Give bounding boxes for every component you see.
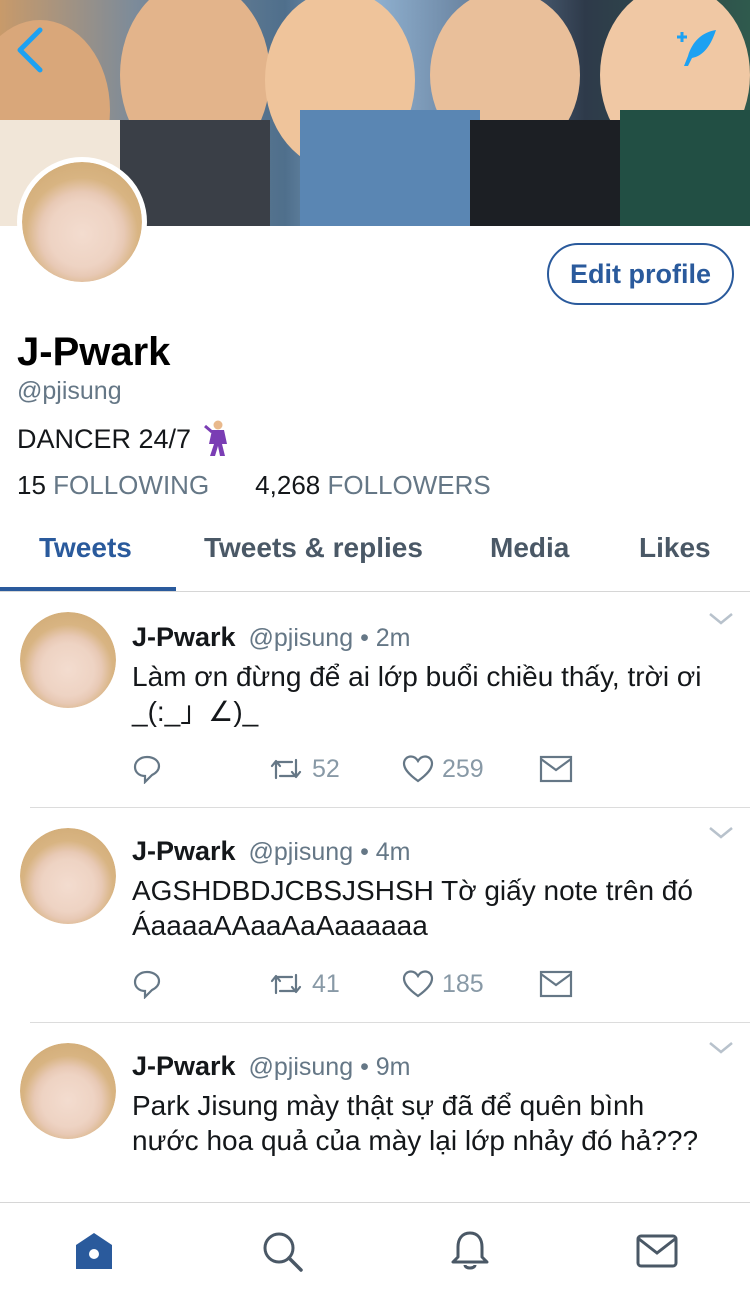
tweet-avatar[interactable] [20,1043,116,1139]
profile-stats: 15 FOLLOWING 4,268 FOLLOWERS [17,470,491,501]
tweet-item[interactable]: J-Pwark @pjisung • 4m AGSHDBDJCBSJSHSH T… [0,808,750,1023]
chevron-down-icon[interactable] [708,826,734,840]
heart-icon [402,970,434,998]
search-icon[interactable] [260,1229,304,1273]
active-tab-indicator [0,587,176,591]
tweet-item[interactable]: J-Pwark @pjisung • 2m Làm ơn đừng để ai … [0,592,750,808]
retweet-button[interactable]: 52 [268,754,340,784]
tweet-author-name: J-Pwark [132,836,236,866]
following-count: 15 [17,470,46,500]
bottom-navigation [0,1202,750,1300]
edit-profile-button[interactable]: Edit profile [547,243,734,305]
dm-button[interactable] [539,754,573,784]
banner-shirt-black [470,120,620,226]
chevron-left-icon[interactable] [14,26,48,74]
tab-likes[interactable]: Likes [639,532,711,564]
like-count: 185 [442,969,484,998]
tweet-header: J-Pwark @pjisung • 4m [132,836,411,867]
home-icon[interactable] [72,1229,116,1273]
tweet-author-handle: @pjisung [248,624,354,652]
mail-icon[interactable] [635,1229,679,1273]
tab-tweets[interactable]: Tweets [39,532,132,564]
tweet-avatar[interactable] [20,828,116,924]
reply-icon [133,755,161,784]
like-button[interactable]: 259 [402,754,484,784]
followers-count: 4,268 [255,470,321,500]
following-stat[interactable]: 15 FOLLOWING [17,470,209,501]
tweet-item[interactable]: J-Pwark @pjisung • 9m Park Jisung mày th… [0,1023,750,1202]
tab-tweets-replies[interactable]: Tweets & replies [204,532,423,564]
tweet-author-handle: @pjisung [248,1053,354,1081]
tweet-time: • 9m [360,1053,411,1081]
tweet-author-name: J-Pwark [132,1051,236,1081]
profile-tabs: Tweets Tweets & replies Media Likes [0,520,750,592]
retweet-count: 52 [312,754,340,783]
profile-avatar[interactable] [17,157,147,287]
envelope-icon [539,970,573,998]
retweet-icon [270,973,302,995]
profile-name: J-Pwark [17,330,171,374]
reply-icon [133,970,161,999]
envelope-icon [539,755,573,783]
tweet-actions: 52 259 [132,754,582,790]
retweet-button[interactable]: 41 [268,969,340,999]
profile-bio: DANCER 24/7 [17,420,233,458]
following-label: FOLLOWING [53,470,210,500]
dancing-man-emoji [204,420,228,456]
like-button[interactable]: 185 [402,969,484,999]
tweet-time: • 4m [360,838,411,866]
tweet-actions: 41 185 [132,969,582,1005]
dm-button[interactable] [539,969,573,999]
tab-media[interactable]: Media [490,532,569,564]
avatar-image [22,162,142,282]
heart-icon [402,755,434,783]
tweet-author-handle: @pjisung [248,838,354,866]
followers-stat[interactable]: 4,268 FOLLOWERS [255,470,491,501]
bio-text: DANCER 24/7 [17,423,192,454]
tweet-text: Làm ơn đừng để ai lớp buổi chiều thấy, t… [132,661,702,727]
followers-label: FOLLOWERS [327,470,491,500]
chevron-down-icon[interactable] [708,1041,734,1055]
retweet-icon [270,758,302,780]
profile-handle: @pjisung [17,377,122,405]
banner-shirt-denim [300,110,480,226]
tweet-avatar[interactable] [20,612,116,708]
tweet-author-name: J-Pwark [132,622,236,652]
reply-button[interactable] [132,969,162,999]
tweet-time: • 2m [360,624,411,652]
bell-icon[interactable] [448,1229,492,1273]
like-count: 259 [442,754,484,783]
retweet-count: 41 [312,969,340,998]
tweet-header: J-Pwark @pjisung • 2m [132,622,411,653]
compose-feather-icon[interactable] [676,26,720,70]
tweet-text: AGSHDBDJCBSJSHSH Tờ giấy note trên đó Áa… [132,875,693,941]
banner-shirt-green [620,110,750,226]
tweet-header: J-Pwark @pjisung • 9m [132,1051,411,1082]
chevron-down-icon[interactable] [708,612,734,626]
tweet-text: Park Jisung mày thật sự đã để quên bình … [132,1090,699,1156]
reply-button[interactable] [132,754,162,784]
